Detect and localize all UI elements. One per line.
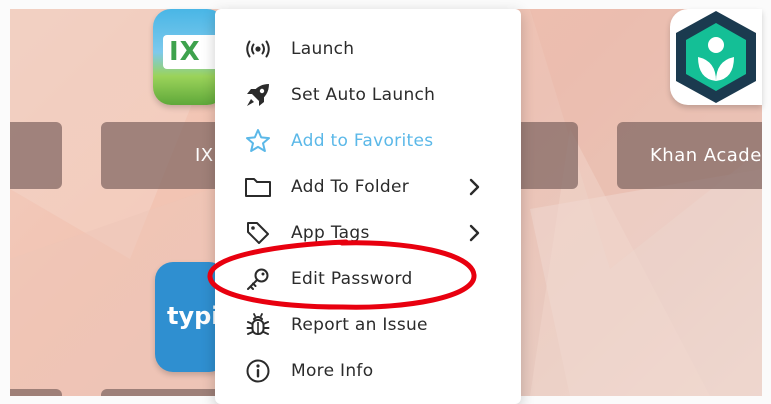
menu-item-set-auto-launch[interactable]: Set Auto Launch — [215, 75, 521, 115]
khan-academy-hexagon-icon — [676, 11, 756, 103]
menu-item-set-auto-launch-label: Set Auto Launch — [291, 85, 436, 105]
menu-item-add-to-favorites[interactable]: Add to Favorites — [215, 121, 521, 161]
khan-academy-app-icon[interactable] — [670, 9, 762, 105]
menu-item-add-to-folder[interactable]: Add To Folder — [215, 167, 521, 207]
tile-label-khan-academy-text: Khan Acade — [650, 145, 762, 166]
chevron-right-icon — [469, 178, 480, 196]
tile-label-bottom-left-partial[interactable] — [10, 389, 62, 396]
ixl-logo-text: IX — [169, 37, 201, 67]
info-icon — [243, 356, 273, 386]
app-context-menu: Launch Set Auto Launch Add to Favorites — [215, 9, 521, 404]
rocket-icon — [243, 80, 273, 110]
menu-item-more-info[interactable]: More Info — [215, 351, 521, 391]
star-icon — [243, 126, 273, 156]
menu-item-add-to-favorites-label: Add to Favorites — [291, 131, 434, 151]
menu-item-more-info-label: More Info — [291, 361, 374, 381]
folder-icon — [243, 172, 273, 202]
tile-label-left-partial[interactable] — [10, 122, 62, 189]
menu-item-add-to-folder-label: Add To Folder — [291, 177, 410, 197]
highlight-ellipse-annotation — [207, 239, 477, 310]
tile-label-ixl-text: IX — [195, 145, 214, 166]
bug-icon — [243, 310, 273, 340]
menu-item-launch-label: Launch — [291, 39, 355, 59]
menu-item-report-an-issue-label: Report an Issue — [291, 315, 428, 335]
tile-label-khan-academy[interactable]: Khan Acade — [617, 122, 762, 189]
broadcast-icon — [243, 34, 273, 64]
menu-item-launch[interactable]: Launch — [215, 29, 521, 69]
